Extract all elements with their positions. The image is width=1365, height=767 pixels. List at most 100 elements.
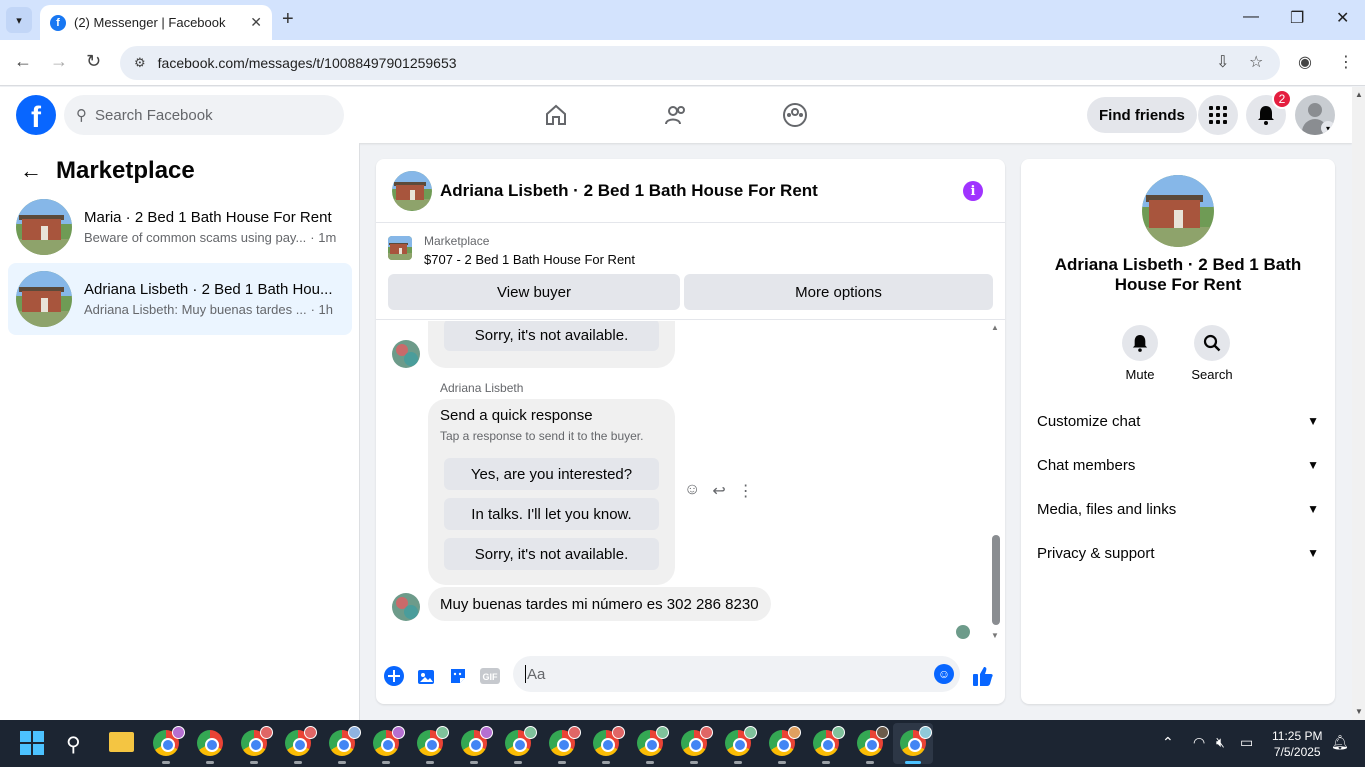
running-indicator xyxy=(866,761,874,764)
taskbar-search-icon[interactable]: ⚲ xyxy=(66,732,81,757)
browser-tab[interactable]: f (2) Messenger | Facebook ✕ xyxy=(40,5,272,40)
sender-avatar[interactable] xyxy=(392,340,420,368)
menu-grid-icon[interactable] xyxy=(1198,95,1238,135)
mute-button[interactable]: Mute xyxy=(1110,325,1170,382)
tray-overflow-chevron-icon[interactable]: ⌃ xyxy=(1162,734,1174,751)
view-buyer-button[interactable]: View buyer xyxy=(388,274,680,310)
message-input[interactable]: Aa ☺ xyxy=(513,656,960,692)
chrome-taskbar-icon[interactable] xyxy=(769,726,801,764)
tab-search-button[interactable]: ▾ xyxy=(6,7,32,33)
chat-scrollbar[interactable]: ▲ ▼ xyxy=(990,323,1000,641)
photo-icon[interactable] xyxy=(415,665,437,687)
chrome-taskbar-icon[interactable] xyxy=(285,726,317,764)
home-icon[interactable] xyxy=(542,101,570,129)
chrome-taskbar-icon[interactable] xyxy=(681,726,713,764)
sender-avatar[interactable] xyxy=(392,593,420,621)
message-bubble[interactable]: Muy buenas tardes mi número es 302 286 8… xyxy=(428,587,771,621)
back-arrow-icon[interactable]: ← xyxy=(20,158,42,184)
new-tab-button[interactable]: + xyxy=(282,8,294,31)
window-close-icon[interactable]: ✕ xyxy=(1336,8,1349,28)
windows-start-icon[interactable] xyxy=(20,731,44,755)
quick-reply-button[interactable]: Yes, are you interested? xyxy=(444,458,659,490)
reload-icon[interactable]: ↻ xyxy=(86,51,101,72)
listing-thumbnail xyxy=(16,271,72,327)
running-indicator xyxy=(514,761,522,764)
battery-icon[interactable]: ▭ xyxy=(1240,734,1253,751)
info-icon[interactable]: i xyxy=(963,181,983,201)
running-indicator xyxy=(382,761,390,764)
chrome-taskbar-icon[interactable] xyxy=(373,726,405,764)
conversation-item-adriana[interactable]: Adriana Lisbeth · 2 Bed 1 Bath Hou... Ad… xyxy=(8,263,352,335)
chrome-taskbar-icon[interactable] xyxy=(241,726,273,764)
search-in-conversation-button[interactable]: Search xyxy=(1182,325,1242,382)
more-options-button[interactable]: More options xyxy=(684,274,993,310)
emoji-icon[interactable]: ☺ xyxy=(934,664,954,684)
chrome-taskbar-icon[interactable] xyxy=(153,726,185,764)
find-friends-button[interactable]: Find friends xyxy=(1087,97,1197,133)
quick-reply-button[interactable]: Sorry, it's not available. xyxy=(444,321,659,351)
more-vertical-icon[interactable]: ⋮ xyxy=(738,481,754,501)
back-icon[interactable]: ← xyxy=(14,51,32,72)
chrome-taskbar-icon[interactable] xyxy=(549,726,581,764)
scroll-up-arrow-icon[interactable]: ▲ xyxy=(991,323,999,332)
running-indicator xyxy=(250,761,258,764)
facebook-logo-icon[interactable]: f xyxy=(16,95,56,135)
chrome-taskbar-icon[interactable] xyxy=(637,726,669,764)
friends-icon[interactable] xyxy=(662,101,690,129)
file-explorer-icon[interactable] xyxy=(109,732,134,752)
conversation-item-maria[interactable]: Maria · 2 Bed 1 Bath House For Rent Bewa… xyxy=(8,191,352,263)
listing-price[interactable]: $707 - 2 Bed 1 Bath House For Rent xyxy=(424,252,635,267)
media-files-links-section[interactable]: Media, files and links ▼ xyxy=(1037,495,1319,523)
chrome-taskbar-icon[interactable] xyxy=(725,726,757,764)
account-avatar[interactable]: ▾ xyxy=(1295,95,1335,135)
chrome-taskbar-icon[interactable] xyxy=(329,726,361,764)
scroll-down-arrow-icon[interactable]: ▼ xyxy=(1355,707,1363,716)
chrome-taskbar-icon[interactable] xyxy=(813,726,845,764)
quick-reply-button[interactable]: In talks. I'll let you know. xyxy=(444,498,659,530)
bookmark-star-icon[interactable]: ☆ xyxy=(1249,52,1263,72)
chat-listing-thumbnail[interactable] xyxy=(392,170,432,211)
chrome-taskbar-icon[interactable] xyxy=(593,726,625,764)
taskbar-clock[interactable]: 11:25 PM 7/5/2025 xyxy=(1272,728,1322,760)
page-scrollbar[interactable]: ▲ ▼ xyxy=(1352,87,1365,720)
groups-icon[interactable] xyxy=(781,101,809,129)
react-smiley-icon[interactable]: ☺ xyxy=(684,481,700,501)
chrome-profile-badge xyxy=(919,726,932,739)
chat-members-section[interactable]: Chat members ▼ xyxy=(1037,451,1319,479)
chrome-taskbar-icon[interactable] xyxy=(505,726,537,764)
search-placeholder: Search Facebook xyxy=(95,106,213,124)
sticker-icon[interactable] xyxy=(447,665,469,687)
privacy-support-section[interactable]: Privacy & support ▼ xyxy=(1037,539,1319,567)
restore-icon[interactable]: ❐ xyxy=(1290,8,1304,28)
scrollbar-thumb[interactable] xyxy=(992,535,1000,625)
forward-icon[interactable]: → xyxy=(50,51,68,72)
running-indicator xyxy=(338,761,346,764)
tab-close-icon[interactable]: ✕ xyxy=(250,14,262,31)
chat-title[interactable]: Adriana Lisbeth · 2 Bed 1 Bath House For… xyxy=(440,181,818,201)
install-app-icon[interactable]: ⇩ xyxy=(1216,52,1229,72)
facebook-search-input[interactable]: ⚲ Search Facebook xyxy=(64,95,344,135)
notification-center-icon[interactable]: 🔔︎ xyxy=(1331,734,1349,751)
thumbs-up-icon[interactable] xyxy=(972,665,994,687)
scroll-up-arrow-icon[interactable]: ▲ xyxy=(1355,90,1363,99)
reply-icon[interactable]: ↩ xyxy=(712,481,725,501)
profile-icon[interactable]: ◉ xyxy=(1298,52,1312,72)
details-listing-photo[interactable] xyxy=(1142,175,1214,247)
site-settings-icon[interactable]: ⚙ xyxy=(134,55,146,71)
plus-circle-icon[interactable] xyxy=(383,665,405,687)
customize-chat-section[interactable]: Customize chat ▼ xyxy=(1037,407,1319,435)
address-bar[interactable]: ⚙ facebook.com/messages/t/10088497901259… xyxy=(120,46,1280,80)
scroll-down-arrow-icon[interactable]: ▼ xyxy=(991,631,999,640)
chrome-taskbar-icon[interactable] xyxy=(197,730,223,764)
volume-muted-icon[interactable]: 🔇︎ xyxy=(1216,734,1225,751)
chrome-taskbar-icon[interactable] xyxy=(417,726,449,764)
wifi-icon[interactable]: ◠ xyxy=(1193,734,1205,751)
browser-menu-icon[interactable]: ⋮ xyxy=(1338,52,1354,72)
chrome-taskbar-icon[interactable] xyxy=(900,726,932,764)
quick-reply-button[interactable]: Sorry, it's not available. xyxy=(444,538,659,570)
minimize-icon[interactable]: — xyxy=(1243,8,1259,26)
chrome-taskbar-icon[interactable] xyxy=(461,726,493,764)
gif-icon[interactable]: GIF xyxy=(479,665,501,687)
chrome-profile-badge xyxy=(436,726,449,739)
chrome-taskbar-icon[interactable] xyxy=(857,726,889,764)
